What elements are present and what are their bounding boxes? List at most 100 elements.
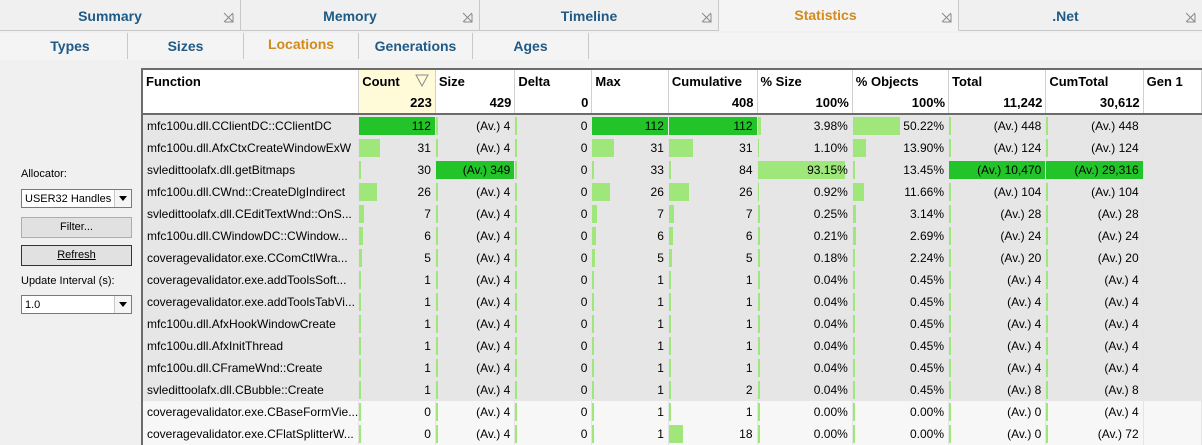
column-header-cumulative[interactable]: Cumulative: [668, 70, 758, 92]
chevron-down-icon[interactable]: [114, 296, 131, 313]
cell-value: 1: [745, 295, 753, 309]
table-row[interactable]: coveragevalidator.exe.addToolsSoft... 1 (A…: [143, 269, 1202, 291]
column-header-max[interactable]: Max: [591, 70, 669, 92]
subtab-ages[interactable]: Ages: [473, 33, 589, 59]
tab-dotnet[interactable]: .Net: [959, 0, 1202, 31]
table-row[interactable]: mfc100u.dll.AfxCtxCreateWindowExW 31 (Av.)…: [143, 137, 1202, 159]
table-row[interactable]: svledittoolafx.dll.CEditTextWnd::OnS... 7…: [143, 203, 1202, 225]
cell-value: 0: [580, 229, 588, 243]
column-header-count[interactable]: Count: [358, 70, 436, 92]
statistics-subtab-strip: Types Sizes Locations Generations Ages: [0, 33, 1202, 60]
tab-dotnet-label: .Net: [1052, 8, 1079, 24]
close-tab-icon[interactable]: [941, 12, 952, 23]
table-row[interactable]: mfc100u.dll.CWindowDC::CWindow... 6 (Av.) …: [143, 225, 1202, 247]
cell-size: (Av.) 4: [435, 335, 516, 357]
cell-value: 112: [644, 119, 664, 133]
column-header-percent-objects[interactable]: % Objects: [852, 70, 950, 92]
table-row[interactable]: coveragevalidator.exe.addToolsTabVi... 1 (…: [143, 291, 1202, 313]
cell-percent-size: 0.25%: [757, 203, 853, 225]
cell-delta: 0: [514, 357, 593, 379]
table-row[interactable]: coveragevalidator.exe.CBaseFormVie... 0 (A…: [143, 401, 1202, 423]
table-row[interactable]: coveragevalidator.exe.CComCtlWra... 5 (Av.…: [143, 247, 1202, 269]
table-row[interactable]: mfc100u.dll.AfxInitThread 1 (Av.) 4 0 1 1 0.04…: [143, 335, 1202, 357]
cell-value: 1: [657, 427, 664, 441]
cell-size: (Av.) 4: [435, 225, 516, 247]
cell-max: 1: [591, 401, 669, 423]
cell-percent-size: 0.21%: [757, 225, 853, 247]
cell-cumulative: 1: [668, 313, 758, 335]
table-row[interactable]: coveragevalidator.exe.CFlatSplitterW... 0…: [143, 423, 1202, 445]
cell-cumulative: 7: [668, 203, 758, 225]
column-header-gen1[interactable]: Gen 1: [1143, 70, 1202, 92]
cell-max: 26: [591, 181, 669, 203]
refresh-button[interactable]: Refresh: [21, 245, 132, 266]
cell-size: (Av.) 4: [435, 357, 516, 379]
column-header-function[interactable]: Function: [143, 70, 360, 92]
cell-delta: 0: [514, 379, 593, 401]
column-header-total[interactable]: Total: [948, 70, 1047, 92]
cell-gen1: [1143, 181, 1202, 203]
column-header-cumtotal[interactable]: CumTotal: [1045, 70, 1144, 92]
subtab-sizes[interactable]: Sizes: [128, 33, 244, 59]
tab-memory-label: Memory: [323, 8, 377, 24]
cell-value: (Av.) 4: [1007, 273, 1042, 287]
cell-percent-objects: 0.45%: [852, 313, 950, 335]
cell-count: 1: [358, 269, 436, 291]
cell-value: (Av.) 20: [1097, 251, 1139, 265]
cell-value: 84: [739, 163, 753, 177]
cell-value: 0.04%: [813, 383, 848, 397]
allocator-select[interactable]: USER32 Handles: [21, 189, 132, 208]
cell-percent-objects: 0.45%: [852, 379, 950, 401]
cell-value: (Av.) 20: [1000, 251, 1042, 265]
cell-max: 1: [591, 313, 669, 335]
table-row[interactable]: mfc100u.dll.CFrameWnd::Create 1 (Av.) 4 0 1 1…: [143, 357, 1202, 379]
cell-max: 5: [591, 247, 669, 269]
locations-grid[interactable]: Function Count Size Delta Max Cumulative…: [141, 68, 1202, 445]
column-header-delta[interactable]: Delta: [514, 70, 593, 92]
tab-summary[interactable]: Summary: [0, 0, 241, 31]
close-tab-icon[interactable]: [223, 12, 234, 23]
totals-cell-delta: 0: [514, 92, 593, 115]
cell-delta: 0: [514, 291, 593, 313]
cell-function: coveragevalidator.exe.addToolsTabVi...: [143, 291, 360, 313]
table-row[interactable]: svledittoolafx.dll.getBitmaps 30 (Av.) 349…: [143, 159, 1202, 181]
table-row[interactable]: svledittoolafx.dll.CBubble::Create 1 (Av.)…: [143, 379, 1202, 401]
cell-value: (Av.) 29,316: [1074, 163, 1139, 177]
filter-button[interactable]: Filter...: [21, 217, 132, 238]
tab-timeline[interactable]: Timeline: [480, 0, 719, 31]
cell-value: (Av.) 448: [1091, 119, 1139, 133]
close-tab-icon[interactable]: [462, 12, 473, 23]
table-row[interactable]: mfc100u.dll.CClientDC::CClientDC 112 (Av.)…: [143, 114, 1202, 137]
cell-percent-objects: 13.90%: [852, 137, 950, 159]
close-tab-icon[interactable]: [1185, 12, 1196, 23]
cell-value: (Av.) 4: [476, 273, 511, 287]
cell-value: (Av.) 10,470: [977, 163, 1042, 177]
cell-value: 30: [417, 163, 431, 177]
close-tab-icon[interactable]: [701, 12, 712, 23]
update-interval-select[interactable]: 1.0: [21, 295, 132, 314]
subtab-types[interactable]: Types: [13, 33, 128, 59]
column-header-size[interactable]: Size: [435, 70, 516, 92]
table-row[interactable]: mfc100u.dll.CWnd::CreateDlgIndirect 26 (Av…: [143, 181, 1202, 203]
cell-value: 1: [657, 317, 664, 331]
cell-value: 0.00%: [813, 427, 848, 441]
cell-gen1: [1143, 247, 1202, 269]
cell-cumtotal: (Av.) 4: [1045, 269, 1144, 291]
tab-statistics[interactable]: Statistics: [719, 0, 959, 31]
cell-cumulative: 5: [668, 247, 758, 269]
chevron-down-icon[interactable]: [114, 190, 131, 207]
cell-count: 1: [358, 313, 436, 335]
subtab-locations[interactable]: Locations: [244, 33, 359, 59]
table-row[interactable]: mfc100u.dll.AfxHookWindowCreate 1 (Av.) 4 0…: [143, 313, 1202, 335]
column-header-percent-size[interactable]: % Size: [757, 70, 853, 92]
tab-memory[interactable]: Memory: [241, 0, 480, 31]
cell-total: (Av.) 4: [948, 335, 1047, 357]
cell-value: 1: [657, 339, 664, 353]
cell-percent-objects: 0.45%: [852, 291, 950, 313]
cell-value: 1: [424, 383, 431, 397]
cell-count: 30: [358, 159, 436, 181]
cell-value: (Av.) 4: [1007, 361, 1042, 375]
subtab-generations[interactable]: Generations: [359, 33, 473, 59]
cell-function: coveragevalidator.exe.CBaseFormVie...: [143, 401, 360, 423]
cell-function: svledittoolafx.dll.CBubble::Create: [143, 379, 360, 401]
